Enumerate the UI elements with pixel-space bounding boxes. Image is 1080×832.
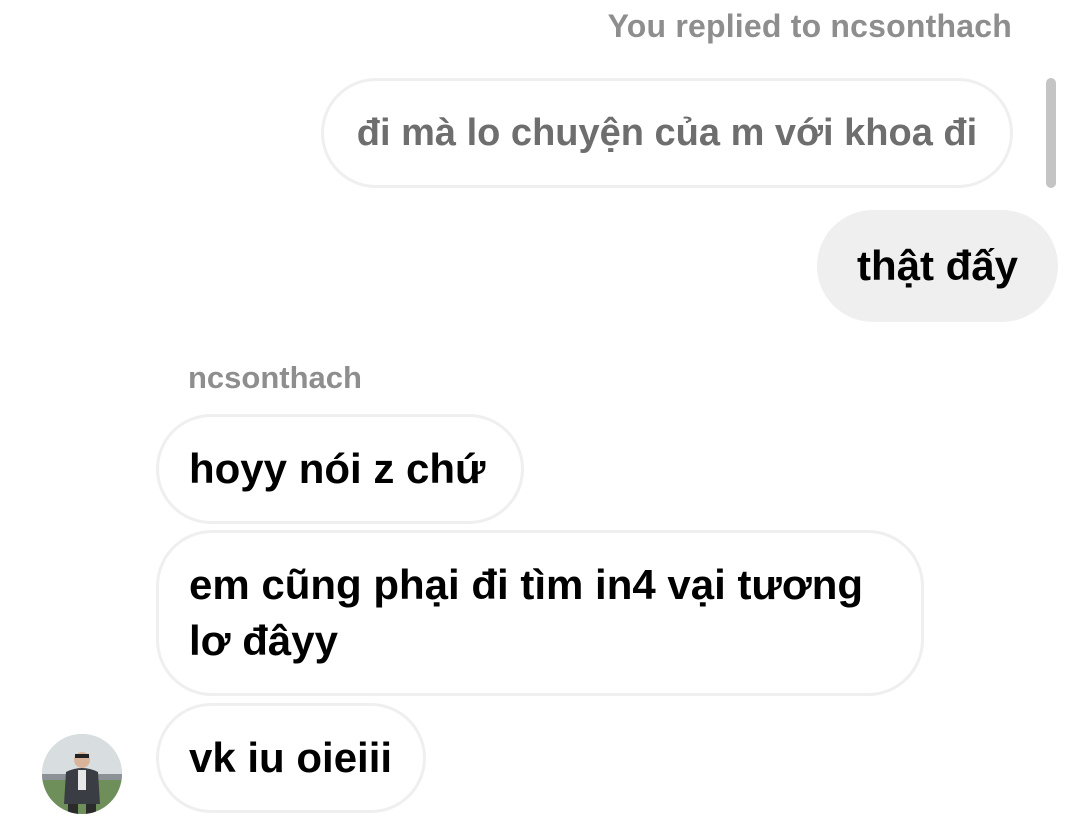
chat-thread: You replied to ncsonthach đi mà lo chuyệ…	[0, 0, 1080, 832]
sender-name: ncsonthach	[188, 360, 362, 395]
received-message-bubble[interactable]: vk iu oieiii	[156, 703, 426, 813]
sent-message-bubble[interactable]: thật đấy	[817, 210, 1058, 322]
quoted-message-bubble[interactable]: đi mà lo chuyện của m với khoa đi	[321, 78, 1013, 188]
reply-context-label: You replied to ncsonthach	[607, 8, 1012, 44]
received-message-bubble[interactable]: em cũng phại đi tìm in4 vại tương lơ đây…	[156, 530, 924, 696]
sender-avatar[interactable]	[42, 734, 122, 814]
scrollbar[interactable]	[1046, 78, 1056, 188]
received-message-bubble[interactable]: hoyy nói z chứ	[156, 414, 524, 524]
avatar-photo	[42, 734, 122, 814]
